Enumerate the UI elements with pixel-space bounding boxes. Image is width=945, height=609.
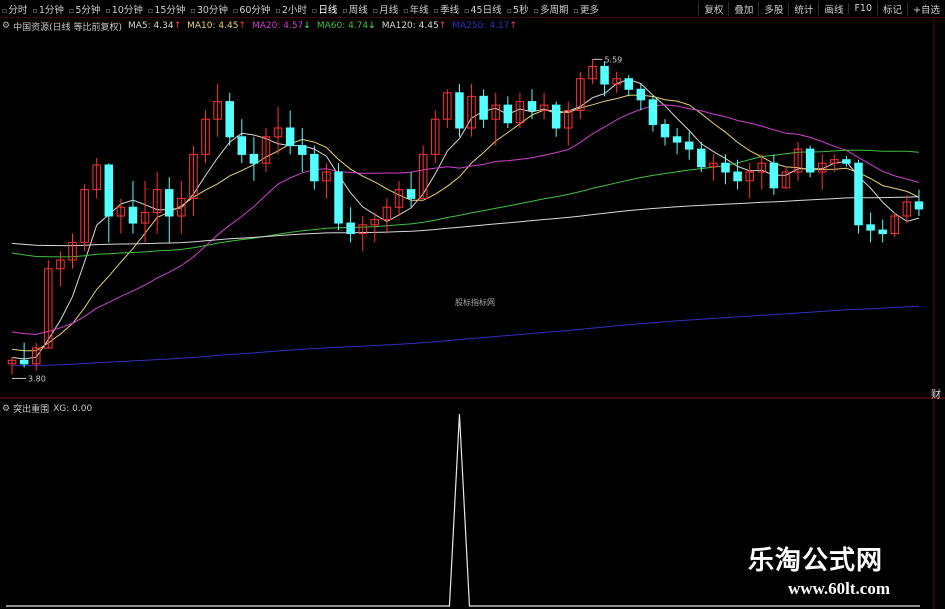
candle-body — [866, 224, 875, 231]
candle-body — [406, 189, 416, 199]
candle-body — [660, 123, 670, 138]
candle-body — [733, 171, 742, 182]
indicator-legend: ⚙ 突出重围 XG: 0.00 — [2, 402, 93, 416]
candle-body — [298, 145, 307, 155]
candle-body — [805, 148, 815, 173]
candle-body — [672, 136, 682, 143]
candle-body — [164, 189, 174, 217]
candle-body — [19, 359, 29, 365]
candle-body — [104, 164, 114, 217]
candle-body — [334, 171, 343, 224]
low-label: 3.80 — [28, 374, 46, 383]
candle-body — [249, 153, 259, 164]
candle-body — [346, 222, 355, 235]
candle-body — [854, 162, 863, 226]
candle-body — [878, 229, 887, 235]
watermark-cn: 乐淘公式网 — [748, 546, 884, 576]
candle-body — [697, 148, 706, 168]
ma-line — [11, 78, 920, 360]
candle-body — [527, 101, 537, 111]
candle-body — [636, 88, 646, 101]
candle-body — [225, 101, 234, 138]
candle-body — [237, 136, 247, 155]
watermark-url: www.60lt.com — [788, 579, 890, 598]
candle-body — [285, 127, 295, 147]
candle-body — [455, 92, 464, 129]
ma-line — [11, 196, 920, 247]
candle-body — [914, 201, 924, 210]
candle-body — [648, 99, 658, 125]
gear-icon-sub[interactable]: ⚙ — [2, 404, 10, 414]
high-label: 5.59 — [604, 55, 622, 64]
candle-body — [721, 162, 730, 173]
candle-body — [600, 65, 609, 85]
candle-body — [624, 78, 633, 90]
ma-line — [12, 305, 920, 367]
candle-body — [128, 206, 138, 224]
center-watermark: 股标指标网 — [455, 298, 495, 307]
candle-body — [842, 159, 851, 164]
candle-body — [503, 104, 513, 124]
candle-body — [684, 141, 694, 150]
candle-body — [479, 95, 488, 120]
indicator-value: XG: 0.00 — [53, 403, 93, 414]
candle-body — [551, 104, 561, 129]
candle-body — [769, 162, 779, 189]
xg-signal-line — [6, 413, 920, 607]
indicator-name: 突出重围 — [13, 405, 50, 415]
side-label[interactable]: 财 — [931, 386, 941, 401]
candle-body — [310, 153, 319, 182]
